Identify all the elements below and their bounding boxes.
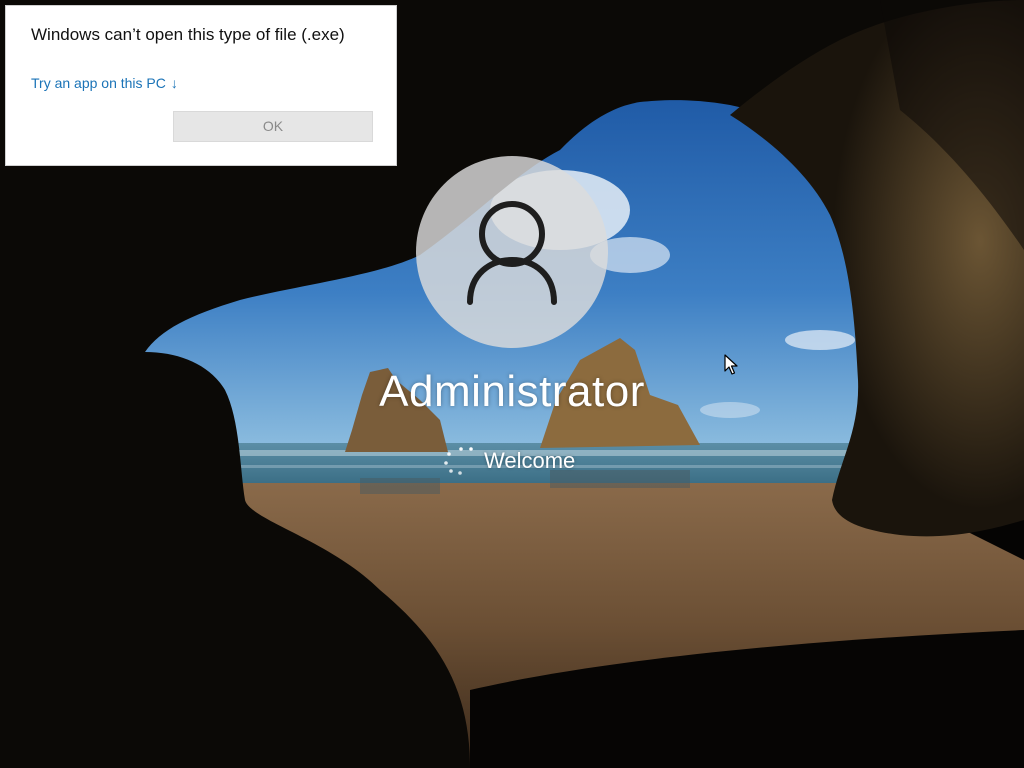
loading-spinner-icon [444, 447, 473, 475]
welcome-text: Welcome [484, 448, 576, 473]
ok-button[interactable]: OK [173, 111, 373, 142]
user-avatar [416, 156, 608, 348]
username-label: Administrator [379, 367, 645, 416]
error-dialog: Windows can’t open this type of file (.e… [5, 5, 397, 166]
try-app-link[interactable]: Try an app on this PC ↓ [31, 75, 178, 91]
user-silhouette-icon [467, 201, 557, 305]
dialog-title: Windows can’t open this type of file (.e… [31, 25, 345, 44]
try-app-link-label: Try an app on this PC [31, 75, 166, 91]
lock-screen: Windows can’t open this type of file (.e… [0, 0, 1024, 768]
mouse-pointer-icon [724, 354, 738, 375]
arrow-down-icon: ↓ [170, 75, 178, 91]
